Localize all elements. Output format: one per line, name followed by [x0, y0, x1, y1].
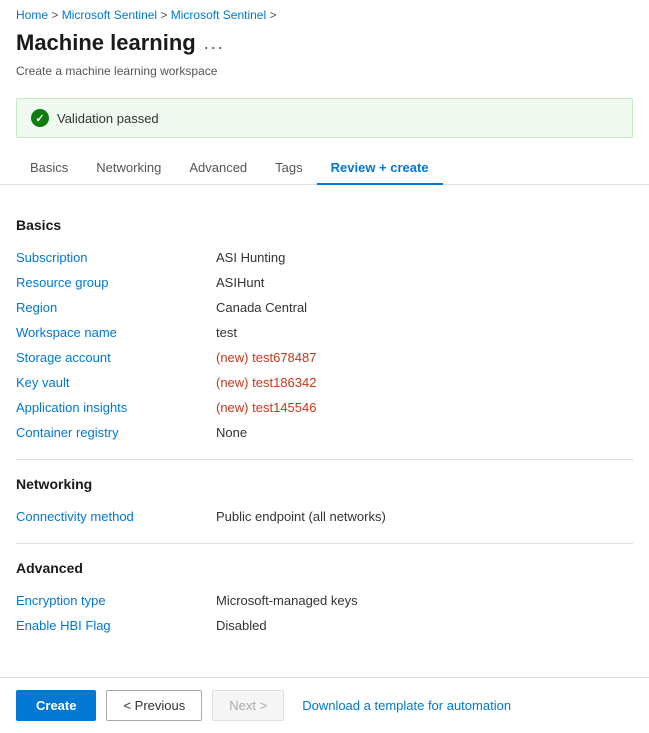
more-options-icon[interactable]: ...	[204, 33, 225, 54]
label-connectivity-method: Connectivity method	[16, 509, 216, 524]
main-content: Basics Subscription ASI Hunting Resource…	[0, 185, 649, 718]
tab-tags[interactable]: Tags	[261, 152, 316, 185]
label-subscription: Subscription	[16, 250, 216, 265]
previous-button[interactable]: < Previous	[106, 690, 202, 721]
page-subtitle: Create a machine learning workspace	[0, 64, 649, 88]
tab-advanced[interactable]: Advanced	[175, 152, 261, 185]
download-template-link[interactable]: Download a template for automation	[302, 698, 511, 713]
tab-basics[interactable]: Basics	[16, 152, 82, 185]
divider-1	[16, 459, 633, 460]
page-title: Machine learning	[16, 30, 196, 56]
field-container-registry: Container registry None	[16, 420, 633, 445]
field-app-insights: Application insights (new) test145546	[16, 395, 633, 420]
field-region: Region Canada Central	[16, 295, 633, 320]
value-encryption-type: Microsoft-managed keys	[216, 593, 358, 608]
breadcrumb: Home > Microsoft Sentinel > Microsoft Se…	[0, 0, 649, 26]
section-basics-title: Basics	[16, 217, 633, 233]
next-button[interactable]: Next >	[212, 690, 284, 721]
tabs-container: Basics Networking Advanced Tags Review +…	[0, 152, 649, 185]
label-app-insights: Application insights	[16, 400, 216, 415]
validation-text: Validation passed	[57, 111, 159, 126]
field-connectivity-method: Connectivity method Public endpoint (all…	[16, 504, 633, 529]
field-hbi-flag: Enable HBI Flag Disabled	[16, 613, 633, 638]
tab-review-create[interactable]: Review + create	[317, 152, 443, 185]
value-region: Canada Central	[216, 300, 307, 315]
label-encryption-type: Encryption type	[16, 593, 216, 608]
label-container-registry: Container registry	[16, 425, 216, 440]
value-app-insights: (new) test145546	[216, 400, 316, 415]
value-container-registry: None	[216, 425, 247, 440]
label-storage-account: Storage account	[16, 350, 216, 365]
field-subscription: Subscription ASI Hunting	[16, 245, 633, 270]
value-storage-account: (new) test678487	[216, 350, 316, 365]
create-button[interactable]: Create	[16, 690, 96, 721]
field-workspace-name: Workspace name test	[16, 320, 633, 345]
page-header: Machine learning ...	[0, 26, 649, 64]
field-encryption-type: Encryption type Microsoft-managed keys	[16, 588, 633, 613]
value-hbi-flag: Disabled	[216, 618, 267, 633]
tab-networking[interactable]: Networking	[82, 152, 175, 185]
footer: Create < Previous Next > Download a temp…	[0, 677, 649, 733]
field-key-vault: Key vault (new) test186342	[16, 370, 633, 395]
section-networking-title: Networking	[16, 476, 633, 492]
validation-banner: Validation passed	[16, 98, 633, 138]
value-key-vault: (new) test186342	[216, 375, 316, 390]
label-resource-group: Resource group	[16, 275, 216, 290]
value-workspace-name: test	[216, 325, 237, 340]
section-advanced-title: Advanced	[16, 560, 633, 576]
value-connectivity-method: Public endpoint (all networks)	[216, 509, 386, 524]
check-icon	[31, 109, 49, 127]
label-workspace-name: Workspace name	[16, 325, 216, 340]
value-subscription: ASI Hunting	[216, 250, 285, 265]
divider-2	[16, 543, 633, 544]
breadcrumb-home[interactable]: Home	[16, 8, 48, 22]
breadcrumb-sentinel1[interactable]: Microsoft Sentinel	[62, 8, 157, 22]
breadcrumb-sentinel2[interactable]: Microsoft Sentinel	[171, 8, 266, 22]
field-storage-account: Storage account (new) test678487	[16, 345, 633, 370]
label-region: Region	[16, 300, 216, 315]
field-resource-group: Resource group ASIHunt	[16, 270, 633, 295]
label-key-vault: Key vault	[16, 375, 216, 390]
value-resource-group: ASIHunt	[216, 275, 264, 290]
label-hbi-flag: Enable HBI Flag	[16, 618, 216, 633]
